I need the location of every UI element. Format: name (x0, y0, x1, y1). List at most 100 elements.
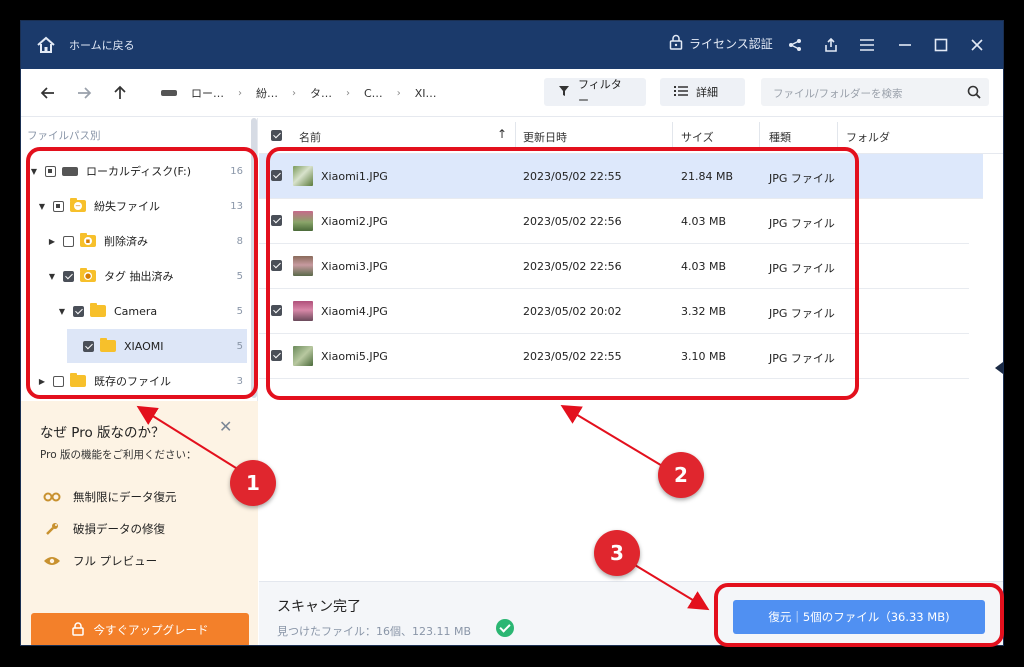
tree-item-label: 紛失ファイル (94, 200, 160, 213)
forward-arrow-icon[interactable] (73, 82, 95, 104)
row-checkbox[interactable] (271, 170, 282, 181)
license-button[interactable]: ライセンス認証 (669, 34, 773, 53)
close-icon[interactable]: ✕ (219, 417, 232, 436)
tree-checkbox[interactable] (63, 270, 74, 282)
expanded-caret-icon[interactable]: ▼ (57, 307, 67, 316)
tree-item-camera[interactable]: ▼ Camera 5 (21, 294, 247, 328)
column-header-date[interactable]: 更新日時 (523, 129, 567, 145)
menu-icon[interactable] (857, 35, 877, 55)
tree-item-tag-extracted[interactable]: ▼ ● タグ 抽出済み 5 (21, 259, 247, 293)
table-row[interactable]: Xiaomi2.JPG 2023/05/02 22:56 4.03 MB JPG… (259, 199, 969, 244)
upgrade-button[interactable]: 今すぐアップグレード (31, 613, 249, 645)
breadcrumb-item[interactable]: 紛… (256, 85, 278, 101)
expanded-caret-icon[interactable]: ▼ (29, 167, 39, 176)
tree-checkbox[interactable] (63, 235, 74, 247)
breadcrumb-item[interactable]: タ… (310, 85, 332, 101)
scan-status-title: スキャン完了 (277, 599, 361, 615)
table-row[interactable]: Xiaomi3.JPG 2023/05/02 22:56 4.03 MB JPG… (259, 244, 969, 289)
tree-item-existing-files[interactable]: ▶ 既存のファイル 3 (21, 364, 247, 398)
column-header-name[interactable]: 名前 (299, 129, 321, 145)
column-divider (515, 122, 516, 150)
file-type: JPG ファイル (769, 217, 835, 230)
list-view-icon (674, 85, 688, 100)
table-row[interactable]: Xiaomi5.JPG 2023/05/02 22:55 3.10 MB JPG… (259, 334, 969, 379)
tree-item-label: Camera (114, 304, 158, 318)
share-icon[interactable] (785, 35, 805, 55)
file-type: JPG ファイル (769, 307, 835, 320)
column-header-type[interactable]: 種類 (769, 129, 791, 145)
image-thumbnail (293, 211, 313, 231)
collapsed-caret-icon[interactable]: ▶ (37, 377, 47, 386)
feature-item: フル プレビュー (43, 553, 157, 569)
column-divider (672, 122, 673, 150)
search-icon[interactable] (967, 85, 981, 99)
folder-icon (90, 303, 106, 317)
folder-icon (100, 338, 116, 352)
detail-view-button[interactable]: 詳細 (660, 78, 745, 106)
row-checkbox[interactable] (271, 350, 282, 361)
tree-checkbox[interactable] (53, 200, 64, 212)
wrench-icon (43, 523, 61, 535)
folder-icon (70, 373, 86, 387)
sort-up-icon[interactable]: ↑ (497, 127, 507, 141)
drive-icon (161, 90, 177, 96)
home-icon[interactable] (35, 34, 57, 56)
tree-item-local-disk[interactable]: ▼ ローカルディスク(F:) 16 (21, 154, 247, 188)
tree-item-xiaomi[interactable]: XIAOMI 5 (67, 329, 247, 363)
table-row[interactable]: Xiaomi1.JPG 2023/05/02 22:55 21.84 MB JP… (259, 154, 983, 199)
tree-checkbox[interactable] (73, 305, 84, 317)
detail-label: 詳細 (696, 86, 718, 99)
file-date: 2023/05/02 20:02 (523, 305, 622, 318)
annotation-marker-1: 1 (230, 460, 276, 506)
sidebar-scrollbar[interactable] (251, 118, 257, 398)
row-checkbox[interactable] (271, 215, 282, 226)
promo-subtitle: Pro 版の機能をご利用ください： (40, 449, 197, 461)
check-circle-icon (496, 619, 514, 637)
close-icon[interactable] (967, 35, 987, 55)
maximize-icon[interactable] (931, 35, 951, 55)
breadcrumb-item[interactable]: XI… (415, 87, 437, 100)
expanded-caret-icon[interactable]: ▼ (37, 202, 47, 211)
file-date: 2023/05/02 22:56 (523, 215, 622, 228)
breadcrumb-item[interactable]: ロー… (191, 85, 224, 101)
select-all-checkbox[interactable] (271, 130, 282, 141)
lost-folder-icon: − (70, 198, 86, 212)
file-list-panel: 名前 ↑ 更新日時 サイズ 種類 フォルダ Xiaomi1.JPG 2023/0… (259, 118, 1003, 581)
title-bar: ホームに戻る ライセンス認証 (21, 21, 1003, 69)
tree-item-lost-files[interactable]: ▼ − 紛失ファイル 13 (21, 189, 247, 223)
minimize-icon[interactable] (895, 35, 915, 55)
table-row[interactable]: Xiaomi4.JPG 2023/05/02 20:02 3.32 MB JPG… (259, 289, 969, 334)
recover-label: 復元｜5個のファイル（36.33 MB) (768, 610, 950, 624)
column-header-folder[interactable]: フォルダ (846, 129, 890, 145)
collapsed-caret-icon[interactable]: ▶ (47, 237, 57, 246)
search-input[interactable]: ファイル/フォルダーを検索 (761, 78, 989, 106)
tree-checkbox[interactable] (83, 340, 94, 352)
home-button[interactable]: ホームに戻る (69, 37, 135, 53)
breadcrumb-separator: › (346, 87, 350, 99)
preview-panel-toggle-icon[interactable] (995, 362, 1003, 374)
tree-item-deleted[interactable]: ▶ ▪ 削除済み 8 (21, 224, 247, 258)
tree-checkbox[interactable] (53, 375, 64, 387)
column-header-size[interactable]: サイズ (681, 129, 714, 145)
breadcrumb-item[interactable]: C… (364, 87, 383, 100)
filter-button[interactable]: フィルター (544, 78, 646, 107)
row-checkbox[interactable] (271, 260, 282, 271)
tree-checkbox[interactable] (45, 165, 56, 177)
expanded-caret-icon[interactable]: ▼ (47, 272, 57, 281)
export-icon[interactable] (821, 35, 841, 55)
row-checkbox[interactable] (271, 305, 282, 316)
file-size: 4.03 MB (681, 215, 727, 228)
file-date: 2023/05/02 22:56 (523, 260, 622, 273)
up-arrow-icon[interactable] (109, 82, 131, 104)
recover-button[interactable]: 復元｜5個のファイル（36.33 MB) (733, 600, 985, 634)
eye-icon (43, 555, 61, 567)
image-thumbnail (293, 346, 313, 366)
image-thumbnail (293, 166, 313, 186)
back-arrow-icon[interactable] (37, 82, 59, 104)
file-type: JPG ファイル (769, 262, 835, 275)
file-size: 3.10 MB (681, 350, 727, 363)
pro-promo-panel: なぜ Pro 版なのか？ ✕ Pro 版の機能をご利用ください： 無制限にデータ… (21, 401, 258, 645)
promo-title: なぜ Pro 版なのか？ (40, 425, 165, 441)
breadcrumb-separator: › (396, 87, 401, 99)
feature-label: 無制限にデータ復元 (73, 490, 177, 504)
